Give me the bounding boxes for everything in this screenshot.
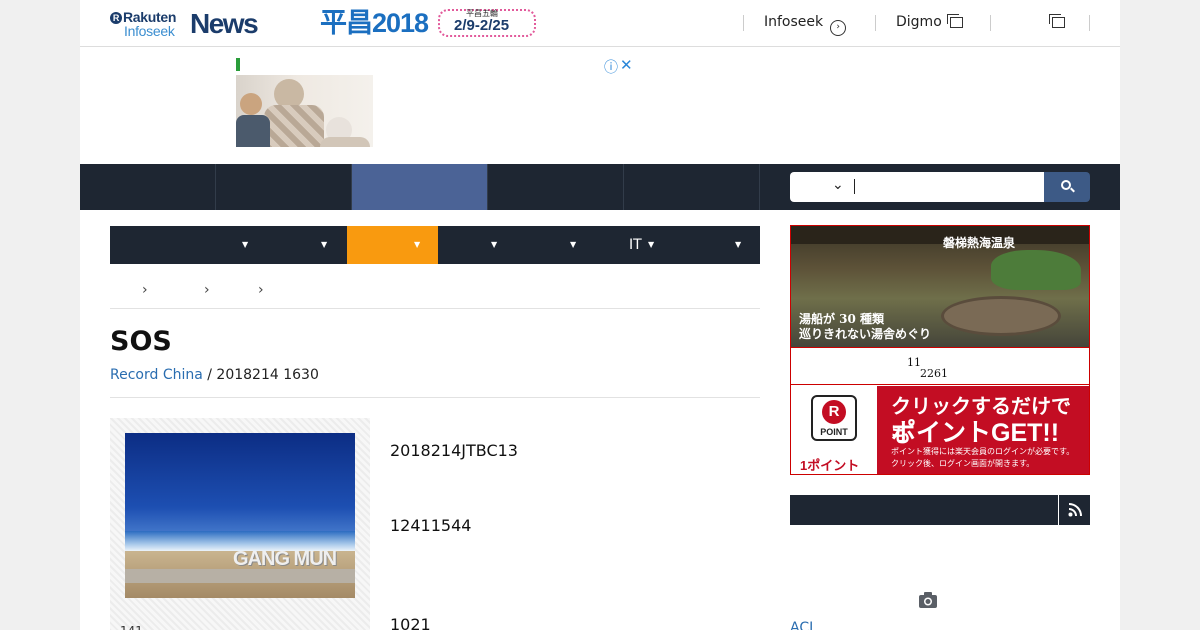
sidebar-ad-info: 11 2261 [791,347,1089,385]
ranking-header [790,495,1090,525]
category-tab-active[interactable] [347,226,438,264]
category-tab[interactable] [110,226,189,264]
search-form: ⌄ [790,172,1090,202]
article-paragraph: 12411544 [390,516,472,535]
header-separator [990,15,991,31]
breadcrumb-separator-icon: › [204,282,210,298]
dropdown-arrow-icon: ▼ [648,240,655,249]
dropdown-arrow-icon: ▼ [735,240,742,249]
divider [110,308,760,309]
search-input[interactable]: ⌄ [790,172,1045,202]
article-date: / 2018214 1630 [202,367,319,383]
article-image[interactable]: GANG MUN [125,433,355,598]
category-tab[interactable] [680,226,759,264]
divider [110,397,760,398]
dropdown-arrow-icon: ▼ [491,240,498,249]
dropdown-arrow-icon: ▼ [414,240,421,249]
ad-family-photo[interactable] [236,75,373,147]
rakuten-r-icon: R [110,12,122,24]
text-cursor [854,179,855,194]
main-nav-item[interactable] [80,164,216,210]
rss-icon[interactable] [1068,503,1082,517]
category-nav: ▼ ▼ ▼ ▼ ▼ IT ▼ ▼ [110,226,760,264]
ad-info-icon[interactable]: ⓘ [604,57,618,77]
dropdown-arrow-icon: ▼ [242,240,249,249]
main-nav-item[interactable] [488,164,624,210]
rakuten-point-banner[interactable]: R POINT 1ポイント クリックするだけでも ポイントGET!! ポイント獲… [791,386,1089,474]
display-ad[interactable]: ⓘ ✕ [236,56,636,149]
article-source-link[interactable]: Record China [110,367,203,383]
header-link-external[interactable] [1044,14,1065,34]
ad-close-icon[interactable]: ✕ [620,56,633,74]
header-separator [1089,15,1090,31]
article-title: SOS [110,326,172,357]
header-separator [875,15,876,31]
new-window-icon [1049,14,1065,28]
article-image-frame: GANG MUN [110,418,370,630]
breadcrumb-separator-icon: › [142,282,148,298]
main-nav-item[interactable] [624,164,760,210]
image-sign-text: GANG MUN [233,548,337,570]
article-paragraph: 2018214JTBC13 [390,441,518,460]
category-tab[interactable] [438,226,517,264]
rakuten-infoseek-news-logo[interactable]: R Rakuten Infoseek News [110,9,270,39]
onsen-photo[interactable]: 磐梯熱海温泉 湯船が 30 種類 巡りきれない湯舎めぐり [791,226,1089,347]
dropdown-arrow-icon: ▼ [570,240,577,249]
search-button[interactable] [1044,172,1090,202]
breadcrumb-separator-icon: › [258,282,264,298]
pyeongchang-banner[interactable]: 平昌2018 平昌五輪 2/9-2/25 [320,6,540,40]
chevron-down-icon[interactable]: ⌄ [832,177,844,193]
ad-marker [236,58,240,71]
article-paragraph: 1021 [390,615,431,630]
main-nav: ⌄ [80,164,1120,210]
site-header: R Rakuten Infoseek News 平昌2018 平昌五輪 2/9-2… [80,0,1120,47]
dropdown-arrow-icon: ▼ [321,240,328,249]
main-nav-item-active[interactable] [352,164,488,210]
header-separator [743,15,744,31]
sidebar-ad[interactable]: 磐梯熱海温泉 湯船が 30 種類 巡りきれない湯舎めぐり 11 2261 R PO… [790,225,1090,475]
main-nav-item[interactable] [216,164,352,210]
header-link-digmo[interactable]: Digmo [896,14,963,34]
camera-icon [919,592,937,608]
image-caption: 141 [120,624,143,630]
sidebar-link[interactable]: ACL [790,620,817,630]
rakuten-point-logo: R POINT [811,395,857,441]
arrow-circle-icon: › [830,20,847,36]
category-tab[interactable] [268,226,347,264]
category-tab-it[interactable]: IT [629,226,659,264]
new-window-icon [946,14,963,28]
article-meta: Record China / 2018214 1630 [110,367,319,383]
page: R Rakuten Infoseek News 平昌2018 平昌五輪 2/9-2… [80,0,1120,630]
header-link-infoseek[interactable]: Infoseek › [764,14,847,36]
category-tab[interactable] [517,226,596,264]
